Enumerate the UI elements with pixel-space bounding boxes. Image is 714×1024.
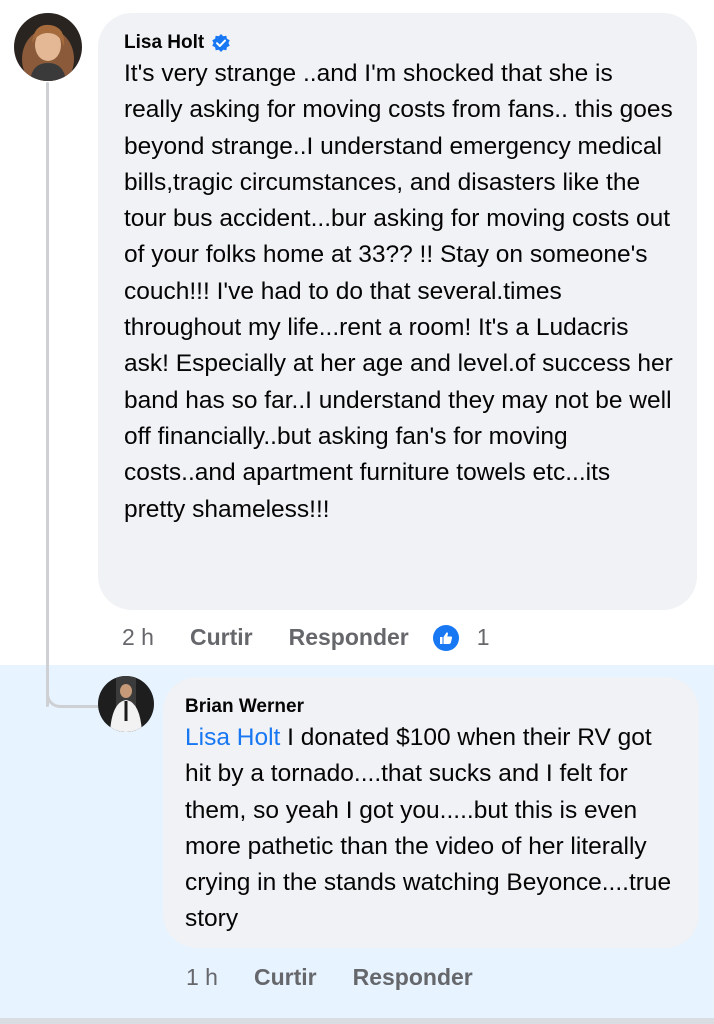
reply-like-button[interactable]: Curtir (254, 964, 317, 991)
comment-author-name[interactable]: Lisa Holt (124, 32, 204, 54)
verified-badge-icon (211, 33, 231, 53)
reply-button[interactable]: Responder (289, 624, 409, 651)
reply-body: I donated $100 when their RV got hit by … (185, 724, 672, 933)
bottom-divider (0, 1018, 714, 1024)
comment-timestamp[interactable]: 2 h (122, 624, 154, 651)
reply-timestamp[interactable]: 1 h (186, 964, 218, 991)
reply-bubble: Brian Werner Lisa Holt I donated $100 wh… (163, 677, 699, 948)
comment-text: It's very strange ..and I'm shocked that… (124, 60, 673, 523)
reaction-count[interactable]: 1 (477, 624, 490, 651)
reply-reply-button[interactable]: Responder (353, 964, 473, 991)
avatar-brian-werner[interactable] (98, 676, 154, 732)
comment-author[interactable]: Lisa Holt (124, 32, 673, 54)
reply-actions: 1 h Curtir Responder (186, 964, 473, 991)
avatar-lisa-holt[interactable] (14, 13, 82, 81)
mention-link[interactable]: Lisa Holt (185, 724, 280, 751)
thumbs-up-icon[interactable] (432, 624, 459, 651)
like-button[interactable]: Curtir (190, 624, 253, 651)
reply-author[interactable]: Brian Werner (185, 696, 675, 718)
thread-connector (46, 650, 98, 708)
thread-line (46, 82, 49, 707)
reply-text: Lisa Holt I donated $100 when their RV g… (185, 720, 675, 938)
comment-bubble: Lisa Holt It's very strange ..and I'm sh… (98, 13, 697, 610)
comment-actions: 2 h Curtir Responder 1 (122, 624, 490, 651)
reply-author-name[interactable]: Brian Werner (185, 696, 304, 718)
